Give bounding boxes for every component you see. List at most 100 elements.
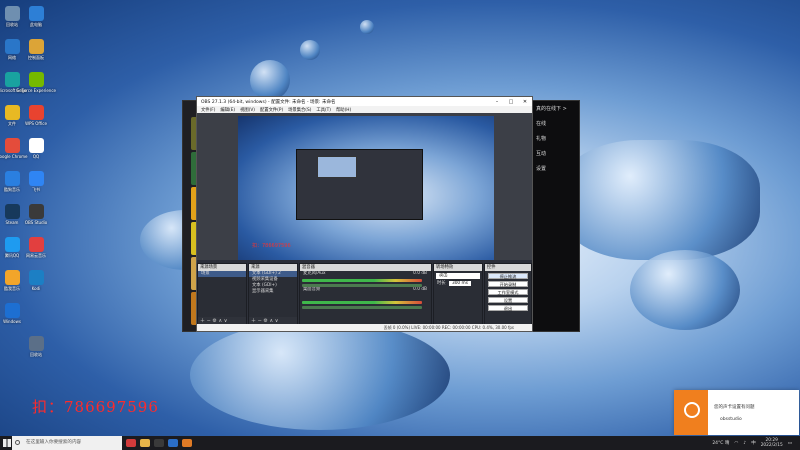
desktop-icon-label: 网易云音乐 (26, 253, 46, 258)
scenes-dock: 来源场景 场景 ＋ − ⚙ ∧ ∨ (197, 263, 247, 325)
source-toolbar[interactable]: ＋ − ⚙ ∧ ∨ (249, 317, 297, 324)
desktop-volume-meter (302, 301, 422, 304)
channel-db: 0.0 dB (413, 271, 427, 276)
desktop-icon[interactable]: QQ (16, 138, 56, 159)
desktop-icon[interactable]: WPS Office (16, 105, 56, 126)
taskbar: 在这里输入你要搜索的内容 24°C 晴 ◠ ♪ 中 20:29 2022/2/1… (0, 436, 800, 450)
obs-window: OBS 27.1.3 (64-bit, windows) - 配置文件: 未命名… (196, 96, 533, 332)
menu-view[interactable]: 视图(V) (240, 107, 255, 113)
clock-date: 2022/2/15 (760, 443, 783, 448)
desktop-icon[interactable]: 回收站 (16, 336, 56, 357)
desktop-icon-label: 回收站 (30, 352, 42, 357)
desktop-icon-label: 飞书 (32, 187, 40, 192)
language-indicator[interactable]: 中 (751, 440, 756, 446)
nested-preview-screen (317, 156, 357, 178)
obs-docks: 来源场景 场景 ＋ − ⚙ ∧ ∨ 来源 文本 (GDI+) 2 视频采集设备 … (197, 263, 532, 325)
weather-text[interactable]: 24°C 晴 (712, 440, 729, 446)
close-icon[interactable]: ✕ (518, 99, 532, 105)
duration-row: 时长 300 ms (434, 281, 482, 287)
sources-dock: 来源 文本 (GDI+) 2 视频采集设备 文本 (GDI+) 显示器采集 ＋ … (248, 263, 298, 325)
panel-item[interactable]: 礼物 (533, 131, 579, 146)
preview-watermark: 扣：786697596 (252, 243, 291, 249)
nested-obs-preview (296, 149, 423, 220)
panel-item[interactable]: 设置 (533, 161, 579, 176)
sources-title: 来源 (249, 264, 297, 271)
panel-item[interactable]: 真的在线下 > (533, 101, 579, 116)
studio-mode-button[interactable]: 工作室模式 (488, 289, 528, 295)
start-recording-button[interactable]: 开始录制 (488, 281, 528, 287)
obs-titlebar: OBS 27.1.3 (64-bit, windows) - 配置文件: 未命名… (197, 97, 532, 106)
menu-tools[interactable]: 工具(T) (316, 107, 331, 113)
app-taskbar-icon[interactable] (182, 439, 192, 447)
preview-screen: 扣：786697596 (238, 116, 494, 260)
desktop-icon[interactable]: GeForce Experience (16, 72, 56, 93)
source-item[interactable]: 显示器采集 (249, 289, 297, 295)
duration-label: 时长 (437, 281, 446, 286)
app-icon (28, 138, 44, 153)
task-view-icon[interactable] (126, 439, 136, 447)
menu-edit[interactable]: 编辑(E) (220, 107, 235, 113)
app-logo-icon (674, 390, 708, 435)
panel-item[interactable]: 互动 (533, 146, 579, 161)
mixer-channel-mic: 麦克风/Aux 0.0 dB (300, 271, 431, 277)
background-right-panel: 真的在线下 > 在线 礼物 互动 设置 (533, 101, 579, 331)
search-placeholder: 在这里输入你要搜索的内容 (26, 440, 82, 445)
settings-button[interactable]: 设置 (488, 297, 528, 303)
menu-file[interactable]: 文件(F) (201, 107, 215, 113)
desktop-icon[interactable]: 此电脑 (16, 6, 56, 27)
app-icon (28, 336, 44, 351)
mic-volume-slider[interactable] (302, 284, 422, 287)
desktop-icon-label: 此电脑 (30, 22, 42, 27)
scene-toolbar[interactable]: ＋ − ⚙ ∧ ∨ (198, 317, 246, 324)
desktop-icon-label: OBS Studio (24, 220, 48, 225)
volume-icon[interactable]: ♪ (743, 441, 746, 446)
desktop-icon[interactable]: OBS Studio (16, 204, 56, 225)
minimize-icon[interactable]: – (490, 99, 504, 105)
notification-center-icon[interactable]: ▭ (788, 441, 792, 446)
taskbar-search-input[interactable]: 在这里输入你要搜索的内容 (12, 436, 122, 450)
menu-help[interactable]: 帮助(H) (336, 107, 351, 113)
search-icon (15, 440, 20, 445)
menu-profile[interactable]: 配置文件(P) (260, 107, 283, 113)
preview-area[interactable]: 扣：786697596 (197, 113, 532, 260)
obs-taskbar-icon[interactable] (154, 439, 164, 447)
app-icon (28, 204, 44, 219)
desktop-icon[interactable]: Kodi (16, 270, 56, 291)
browser-taskbar-icon[interactable] (168, 439, 178, 447)
app-icon (28, 171, 44, 186)
desktop-icon-label: GeForce Experience (16, 88, 56, 93)
menu-scene-collection[interactable]: 场景集合(S) (288, 107, 311, 113)
desktop-icon[interactable]: Windows (0, 303, 32, 324)
file-explorer-icon[interactable] (140, 439, 150, 447)
scenes-title: 来源场景 (198, 264, 246, 271)
desktop-volume-slider[interactable] (302, 306, 422, 309)
desktop-icon-label: WPS Office (25, 121, 47, 126)
notification-app: obsstudio (720, 417, 742, 422)
desktop-icon[interactable]: 飞书 (16, 171, 56, 192)
notification-toast[interactable]: 您的声卡设置有问题 obsstudio (674, 390, 799, 435)
network-icon[interactable]: ◠ (734, 441, 738, 446)
clock[interactable]: 20:29 2022/2/15 (761, 438, 783, 448)
stop-streaming-button[interactable]: 停止推流 (488, 273, 528, 279)
transitions-dock: 转场特效 淡出 时长 300 ms (433, 263, 483, 325)
mixer-title: 混音器 (300, 264, 431, 271)
channel-name: 桌面音频 (303, 287, 321, 292)
transition-select[interactable]: 淡出 (436, 273, 480, 279)
maximize-icon[interactable]: □ (504, 99, 518, 105)
system-tray: 24°C 晴 ◠ ♪ 中 20:29 2022/2/15 ▭ (712, 436, 792, 450)
desktop-icon[interactable]: 控制面板 (16, 39, 56, 60)
obs-statusbar: 丢帧 0 (0.0%) LIVE: 00:00:00 REC: 00:00:00… (197, 324, 532, 331)
panel-item[interactable]: 在线 (533, 116, 579, 131)
scene-item[interactable]: 场景 (198, 271, 246, 277)
app-icon (28, 237, 44, 252)
mic-volume-meter (302, 279, 422, 282)
app-icon (28, 72, 44, 87)
channel-name: 麦克风/Aux (303, 271, 326, 276)
mixer-channel-desktop: 桌面音频 0.0 dB (300, 287, 431, 293)
desktop-icon[interactable]: 网易云音乐 (16, 237, 56, 258)
app-icon (4, 303, 20, 318)
windows-start-icon[interactable] (3, 439, 11, 447)
duration-input[interactable]: 300 ms (448, 281, 471, 286)
desktop-icon-label: 控制面板 (28, 55, 44, 60)
exit-button[interactable]: 退出 (488, 305, 528, 311)
